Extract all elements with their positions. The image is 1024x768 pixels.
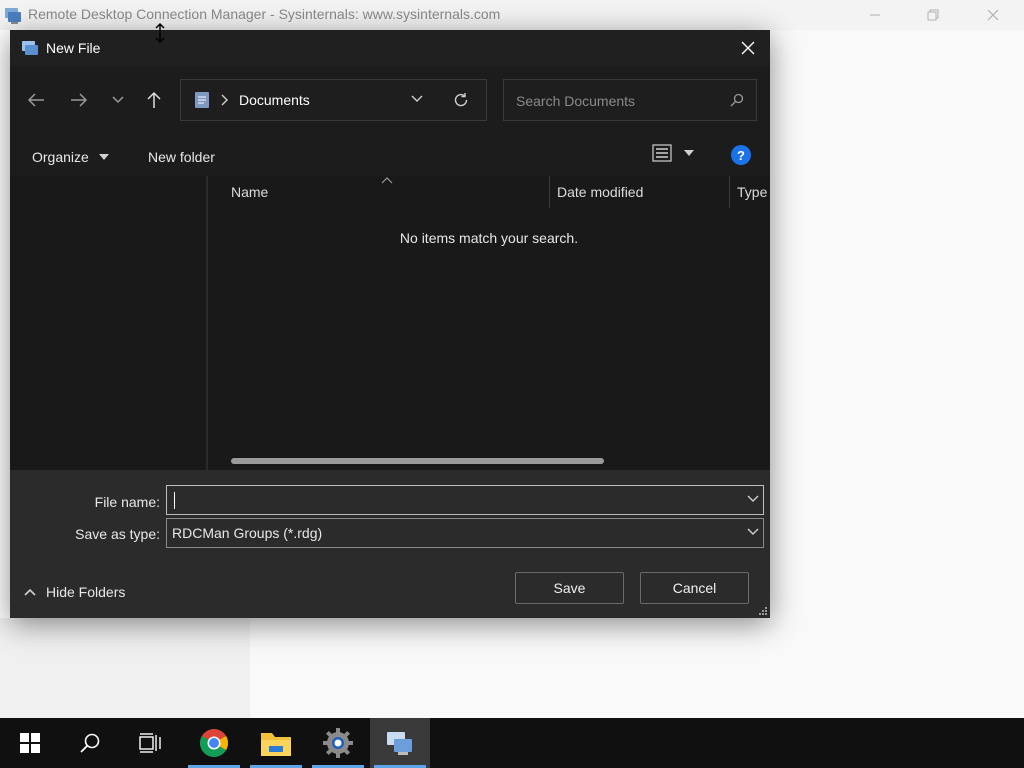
app-title: Remote Desktop Connection Manager - Sysi… bbox=[28, 6, 501, 22]
file-name-combobox[interactable] bbox=[166, 485, 764, 515]
app-left-pane bbox=[0, 618, 250, 718]
navigation-pane[interactable] bbox=[10, 176, 208, 470]
search-icon bbox=[80, 733, 100, 753]
dialog-titlebar[interactable]: New File bbox=[10, 30, 770, 66]
breadcrumb-documents[interactable]: Documents bbox=[239, 92, 310, 108]
save-options-panel: File name: Save as type: RDCMan Groups (… bbox=[10, 470, 770, 618]
search-box[interactable] bbox=[503, 79, 757, 121]
details-view-icon bbox=[652, 144, 672, 162]
chevron-up-icon bbox=[24, 588, 36, 596]
minimize-icon bbox=[870, 14, 880, 16]
command-bar: Organize New folder ? bbox=[10, 136, 770, 176]
save-as-type-select[interactable]: RDCMan Groups (*.rdg) bbox=[166, 518, 764, 548]
chevron-down-icon bbox=[112, 96, 124, 104]
start-button[interactable] bbox=[0, 718, 60, 768]
save-button[interactable]: Save bbox=[515, 572, 624, 604]
task-view-icon bbox=[139, 733, 161, 753]
file-explorer-taskbar-button[interactable] bbox=[246, 718, 306, 768]
start-icon bbox=[20, 733, 40, 753]
rdcman-taskbar-button[interactable] bbox=[370, 718, 430, 768]
task-view-button[interactable] bbox=[120, 718, 180, 768]
close-icon bbox=[741, 41, 755, 55]
restore-icon bbox=[927, 9, 939, 21]
documents-icon bbox=[195, 92, 209, 108]
arrow-up-icon bbox=[147, 91, 161, 108]
file-name-input[interactable] bbox=[173, 491, 737, 511]
help-button[interactable]: ? bbox=[731, 145, 751, 165]
organize-menu-button[interactable]: Organize bbox=[32, 149, 109, 165]
text-caret bbox=[174, 492, 175, 509]
chevron-down-icon bbox=[747, 528, 759, 535]
chrome-icon bbox=[200, 729, 228, 757]
settings-icon bbox=[323, 728, 353, 758]
file-name-label: File name: bbox=[94, 494, 160, 510]
dropdown-triangle-icon bbox=[98, 154, 109, 160]
restore-button[interactable] bbox=[904, 0, 962, 30]
chevron-right-icon bbox=[221, 94, 228, 106]
taskbar bbox=[0, 718, 1024, 768]
file-list[interactable]: Name Date modified Type No items match y… bbox=[208, 176, 770, 470]
change-view-button[interactable] bbox=[652, 144, 694, 162]
hide-folders-label: Hide Folders bbox=[46, 584, 126, 600]
file-explorer-icon bbox=[261, 733, 291, 756]
minimize-button[interactable] bbox=[846, 0, 904, 30]
chevron-down-icon[interactable] bbox=[747, 495, 759, 503]
arrow-right-icon bbox=[71, 93, 88, 107]
up-button[interactable] bbox=[140, 86, 168, 114]
back-button[interactable] bbox=[22, 86, 50, 114]
chrome-taskbar-button[interactable] bbox=[184, 718, 244, 768]
save-as-type-value: RDCMan Groups (*.rdg) bbox=[172, 525, 323, 541]
empty-message: No items match your search. bbox=[399, 230, 579, 246]
close-icon bbox=[987, 9, 999, 21]
settings-taskbar-button[interactable] bbox=[308, 718, 368, 768]
dialog-close-button[interactable] bbox=[730, 30, 766, 66]
dialog-title: New File bbox=[46, 40, 101, 56]
recent-locations-button[interactable] bbox=[104, 86, 132, 114]
search-input[interactable] bbox=[514, 90, 718, 112]
new-folder-button[interactable]: New folder bbox=[148, 149, 215, 165]
taskbar-search-button[interactable] bbox=[60, 718, 120, 768]
horizontal-scrollbar[interactable] bbox=[231, 458, 604, 464]
dropdown-triangle-icon bbox=[684, 150, 694, 156]
close-app-button[interactable] bbox=[964, 0, 1022, 30]
rdcman-app-icon bbox=[5, 8, 21, 24]
sort-ascending-icon bbox=[381, 177, 393, 184]
address-bar[interactable]: Documents bbox=[180, 79, 487, 121]
organize-label: Organize bbox=[32, 149, 89, 165]
search-icon bbox=[730, 93, 744, 107]
column-header-type[interactable]: Type bbox=[737, 184, 767, 200]
column-divider[interactable] bbox=[549, 176, 550, 208]
resize-cursor-icon bbox=[155, 22, 165, 44]
resize-grip-icon[interactable] bbox=[758, 606, 768, 616]
hide-folders-toggle[interactable]: Hide Folders bbox=[24, 584, 125, 600]
column-header-date-modified[interactable]: Date modified bbox=[557, 184, 643, 200]
column-header-name[interactable]: Name bbox=[231, 184, 268, 200]
chevron-down-icon[interactable] bbox=[411, 95, 423, 103]
arrow-left-icon bbox=[27, 93, 44, 107]
forward-button[interactable] bbox=[65, 86, 93, 114]
column-divider[interactable] bbox=[729, 176, 730, 208]
navigation-bar: Documents bbox=[10, 66, 770, 136]
new-file-dialog: New File Documents Search Documents Orga… bbox=[10, 30, 770, 618]
rdcman-icon bbox=[387, 732, 412, 755]
rdcman-icon bbox=[22, 41, 38, 55]
save-as-type-label: Save as type: bbox=[75, 526, 160, 542]
refresh-icon[interactable] bbox=[453, 92, 469, 108]
cancel-button[interactable]: Cancel bbox=[640, 572, 749, 604]
